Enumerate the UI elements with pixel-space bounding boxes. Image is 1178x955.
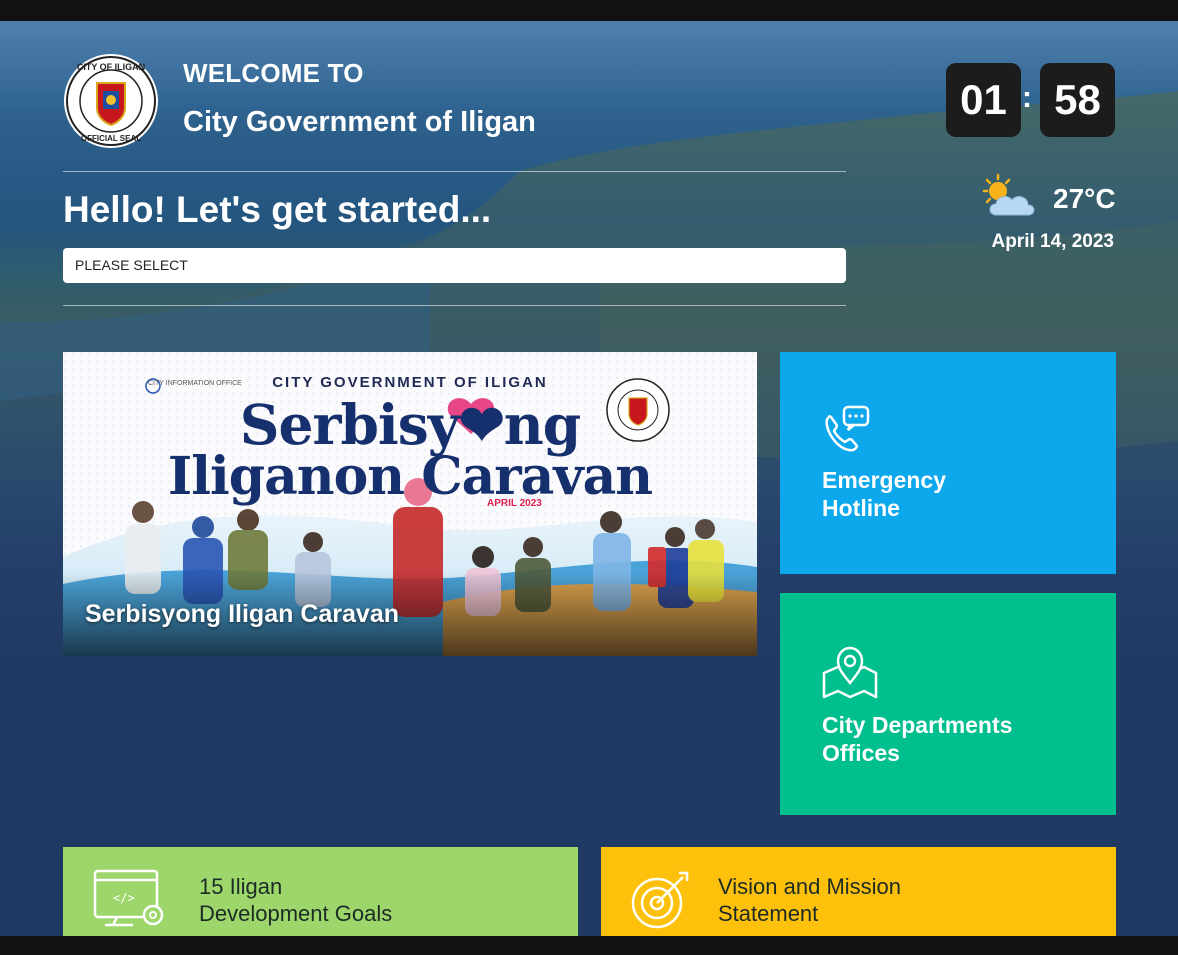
- emergency-label-line1: Emergency: [822, 467, 947, 493]
- development-goals-tile[interactable]: </> 15 Iligan Development Goals: [63, 847, 578, 936]
- map-pin-icon: [822, 646, 878, 699]
- greeting-heading: Hello! Let's get started...: [63, 189, 492, 230]
- departments-label-line2: Offices: [822, 740, 900, 766]
- banner-title-line2: Iliganon Caravan: [167, 446, 653, 507]
- vision-label-line1: Vision and Mission: [718, 874, 902, 899]
- emergency-hotline-tile[interactable]: Emergency Hotline: [780, 352, 1116, 574]
- city-departments-tile[interactable]: City Departments Offices: [780, 593, 1116, 815]
- goals-label-line2: Development Goals: [199, 901, 393, 926]
- clock-separator: :: [1022, 81, 1032, 114]
- divider: [63, 171, 846, 172]
- emergency-label-line2: Hotline: [822, 495, 900, 521]
- goals-label-line1: 15 Iligan: [199, 874, 283, 899]
- service-select-dropdown[interactable]: PLEASE SELECT: [63, 248, 846, 283]
- partly-cloudy-icon: [982, 173, 1035, 216]
- banner-month: APRIL 2023: [487, 498, 542, 509]
- computer-settings-icon: </>: [93, 869, 164, 927]
- phone-chat-icon: [825, 405, 870, 452]
- kiosk-screen: CITY OF ILIGAN OFFICIAL SEAL WELCOME TO …: [0, 21, 1178, 936]
- city-name-title: City Government of Iligan: [183, 106, 536, 138]
- svg-text:OFFICIAL SEAL: OFFICIAL SEAL: [81, 134, 141, 143]
- temperature: 27°C: [1053, 183, 1116, 214]
- clock-hours: 01: [946, 63, 1021, 137]
- top-bezel: [0, 0, 1178, 21]
- clock-minutes: 58: [1040, 63, 1115, 137]
- target-icon: [631, 871, 689, 929]
- vision-label-line2: Statement: [718, 901, 819, 926]
- current-date: April 14, 2023: [991, 231, 1114, 252]
- featured-banner[interactable]: CITY INFORMATION OFFICE CITY GOVERNMENT …: [63, 352, 757, 656]
- departments-label-line1: City Departments: [822, 712, 1013, 738]
- welcome-text: WELCOME TO: [183, 58, 364, 88]
- vision-mission-tile[interactable]: Vision and Mission Statement: [601, 847, 1116, 936]
- banner-caption: Serbisyong Iligan Caravan: [85, 600, 399, 628]
- city-seal-logo: CITY OF ILIGAN OFFICIAL SEAL: [64, 54, 158, 148]
- svg-text:</>: </>: [113, 891, 135, 905]
- banner-subtitle: CITY GOVERNMENT OF ILIGAN: [272, 374, 548, 391]
- bottom-bezel: [0, 936, 1178, 955]
- divider: [63, 305, 846, 306]
- svg-text:CITY OF ILIGAN: CITY OF ILIGAN: [77, 62, 145, 72]
